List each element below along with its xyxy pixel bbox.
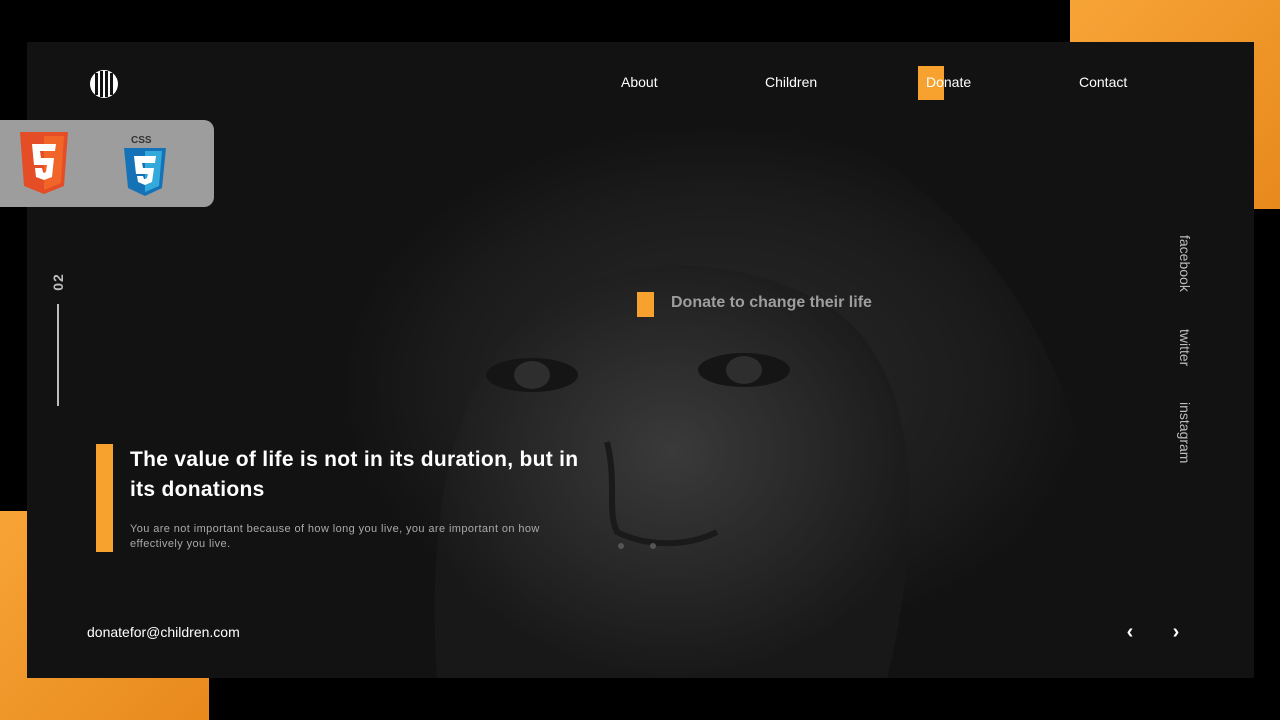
css-label: CSS bbox=[131, 135, 152, 146]
html5-icon bbox=[20, 132, 68, 194]
social-links: facebook twitter instagram bbox=[1173, 232, 1203, 482]
css3-icon bbox=[124, 148, 166, 196]
chevron-left-icon[interactable]: ‹ bbox=[1120, 622, 1140, 642]
slide-indicator-line bbox=[57, 304, 59, 406]
main-nav: About Children Donate Contact bbox=[27, 66, 1254, 100]
quote-accent-bar bbox=[96, 444, 113, 552]
tech-badges: CSS bbox=[0, 120, 214, 207]
social-link-facebook[interactable]: facebook bbox=[1177, 235, 1193, 292]
nav-item-donate[interactable]: Donate bbox=[926, 74, 971, 90]
nav-item-children[interactable]: Children bbox=[765, 74, 817, 90]
hero-headline: The value of life is not in its duration… bbox=[130, 448, 579, 501]
social-link-instagram[interactable]: instagram bbox=[1177, 402, 1193, 463]
slide-number: 02 bbox=[49, 273, 66, 291]
nav-item-about[interactable]: About bbox=[621, 74, 658, 90]
nav-item-contact[interactable]: Contact bbox=[1079, 74, 1127, 90]
chevron-right-icon[interactable]: › bbox=[1166, 622, 1186, 642]
hero-subtext: You are not important because of how lon… bbox=[130, 523, 540, 550]
contact-email[interactable]: donatefor@children.com bbox=[87, 624, 240, 640]
tagline-marker bbox=[637, 292, 654, 317]
social-link-twitter[interactable]: twitter bbox=[1177, 329, 1193, 366]
tagline: Donate to change their life bbox=[671, 294, 872, 311]
